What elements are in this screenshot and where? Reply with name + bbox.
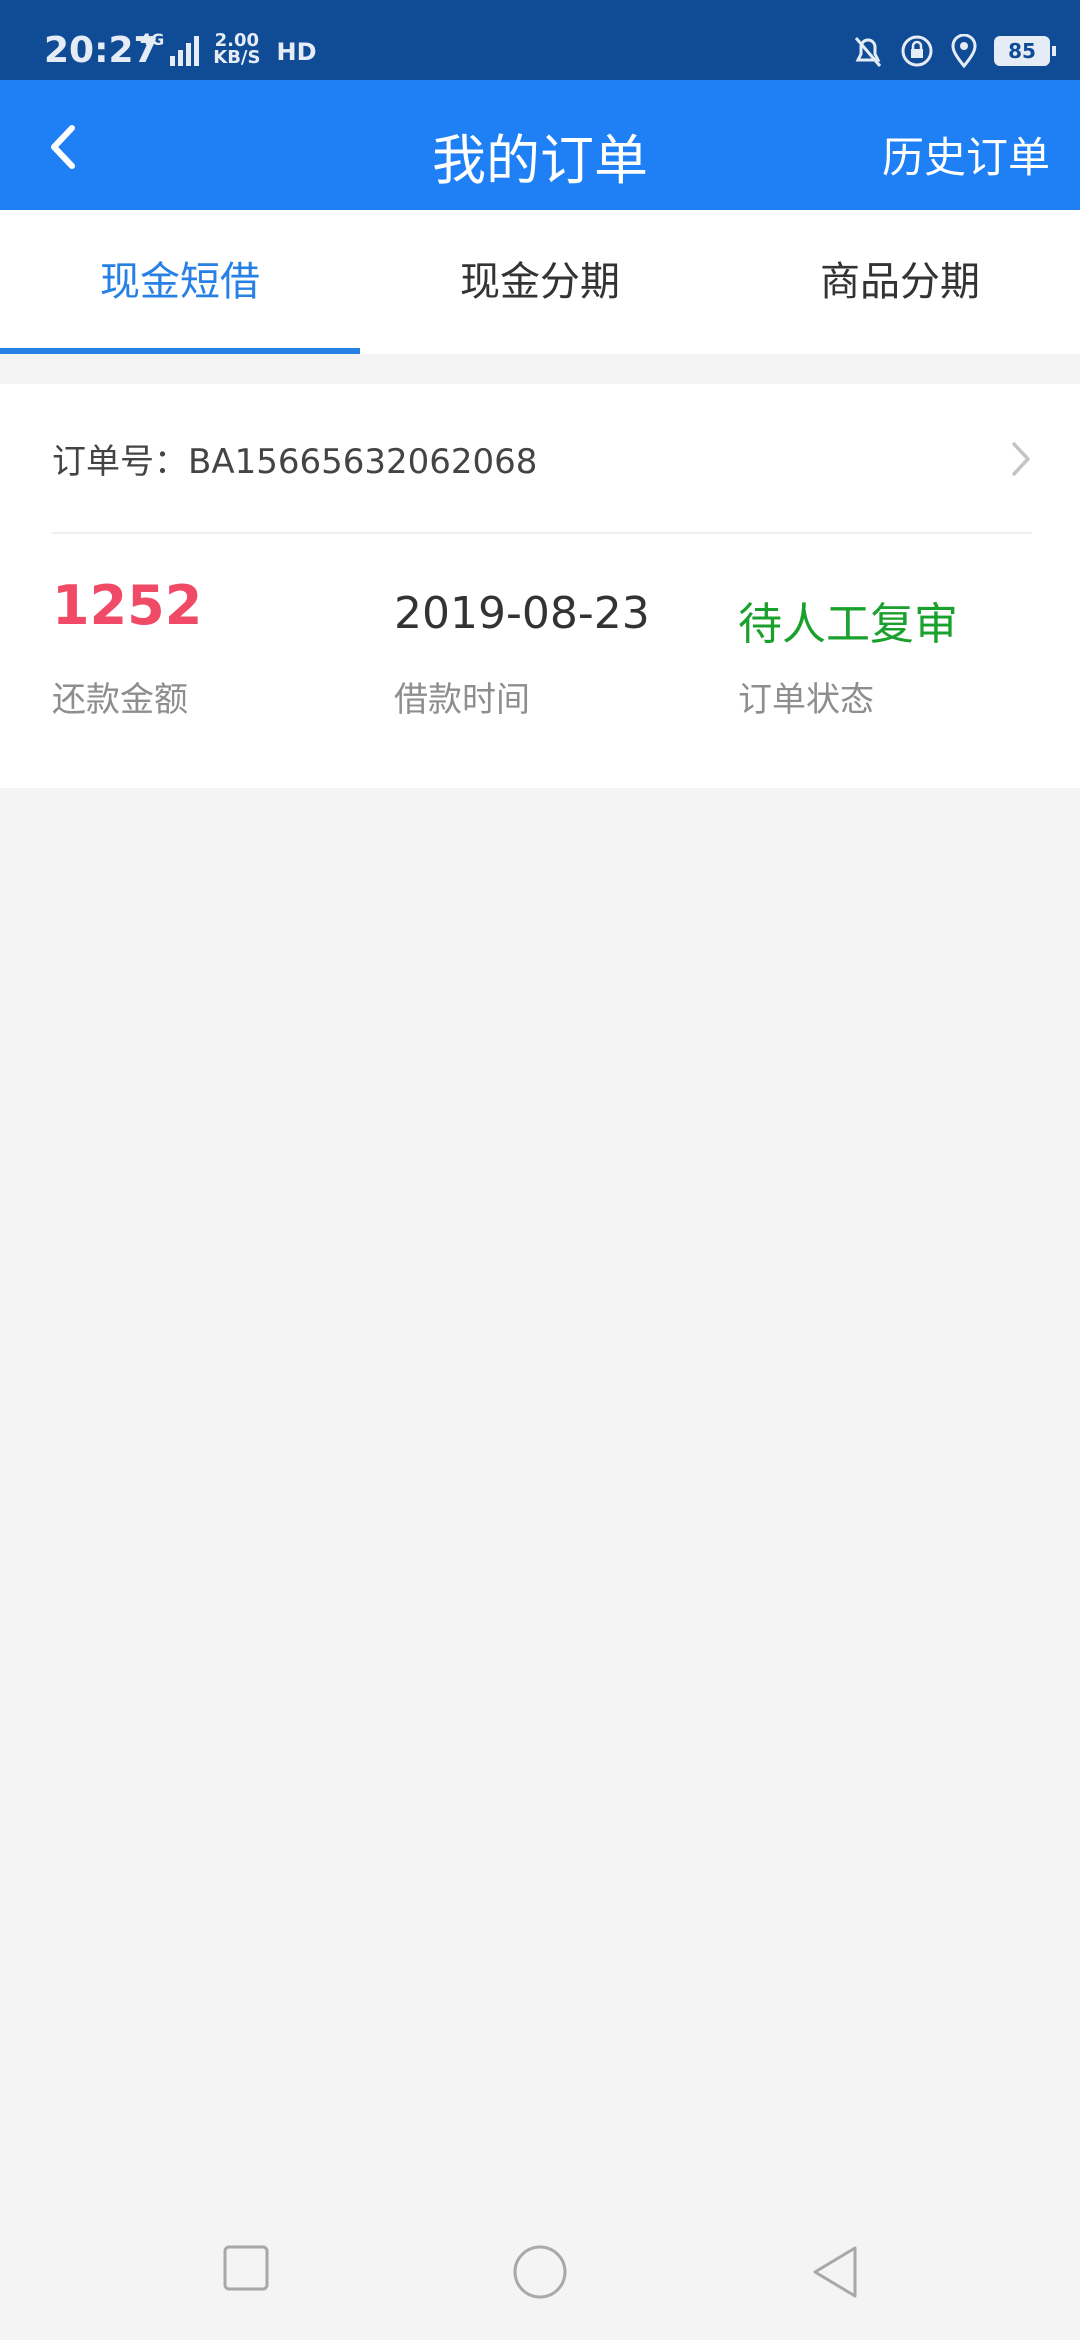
- repayment-amount-value: 1252: [52, 574, 203, 637]
- network-indicators: 4G 2.00 KB/S HD: [140, 30, 317, 68]
- signal-icon: [170, 32, 200, 66]
- nav-bar: 我的订单 历史订单: [0, 80, 1080, 210]
- network-speed: 2.00 KB/S: [213, 32, 261, 68]
- battery-icon: 85: [994, 36, 1056, 66]
- location-icon: [950, 34, 978, 68]
- status-bar: 20:27 4G 2.00 KB/S HD 85: [0, 0, 1080, 80]
- order-number-value: BA15665632062068: [188, 441, 538, 482]
- order-number: 订单号：BA15665632062068: [52, 434, 537, 483]
- order-type-tabs: 现金短借 现金分期 商品分期: [0, 210, 1080, 354]
- order-status-label: 订单状态: [738, 680, 874, 720]
- history-orders-button[interactable]: 历史订单: [882, 124, 1050, 185]
- chevron-right-icon: [1010, 440, 1032, 482]
- tab-product-installment[interactable]: 商品分期: [720, 210, 1080, 354]
- tab-cash-short-loan[interactable]: 现金短借: [0, 210, 360, 354]
- hd-indicator: HD: [276, 38, 317, 66]
- loan-date-value: 2019-08-23: [394, 588, 650, 639]
- network-type: 4G: [140, 30, 165, 49]
- system-nav-bar: [0, 2196, 1080, 2340]
- circle-icon[interactable]: [512, 2244, 568, 2304]
- order-status-value: 待人工复审: [738, 599, 958, 650]
- order-number-row[interactable]: 订单号：BA15665632062068: [52, 384, 1032, 534]
- status-right-icons: 85: [852, 34, 1056, 68]
- order-metrics: 1252 还款金额 2019-08-23 借款时间 待人工复审 订单状态: [0, 532, 1080, 788]
- bell-mute-icon: [852, 34, 884, 68]
- loan-date-label: 借款时间: [394, 680, 530, 720]
- square-icon[interactable]: [222, 2244, 270, 2296]
- order-card[interactable]: 订单号：BA15665632062068 1252 还款金额 2019-08-2…: [0, 384, 1080, 788]
- triangle-back-icon[interactable]: [810, 2244, 860, 2304]
- tab-cash-installment[interactable]: 现金分期: [360, 210, 720, 354]
- repayment-amount-label: 还款金额: [52, 680, 188, 720]
- order-number-label: 订单号：: [52, 441, 188, 482]
- network-speed-unit: KB/S: [213, 47, 261, 68]
- rotation-lock-icon: [900, 34, 934, 68]
